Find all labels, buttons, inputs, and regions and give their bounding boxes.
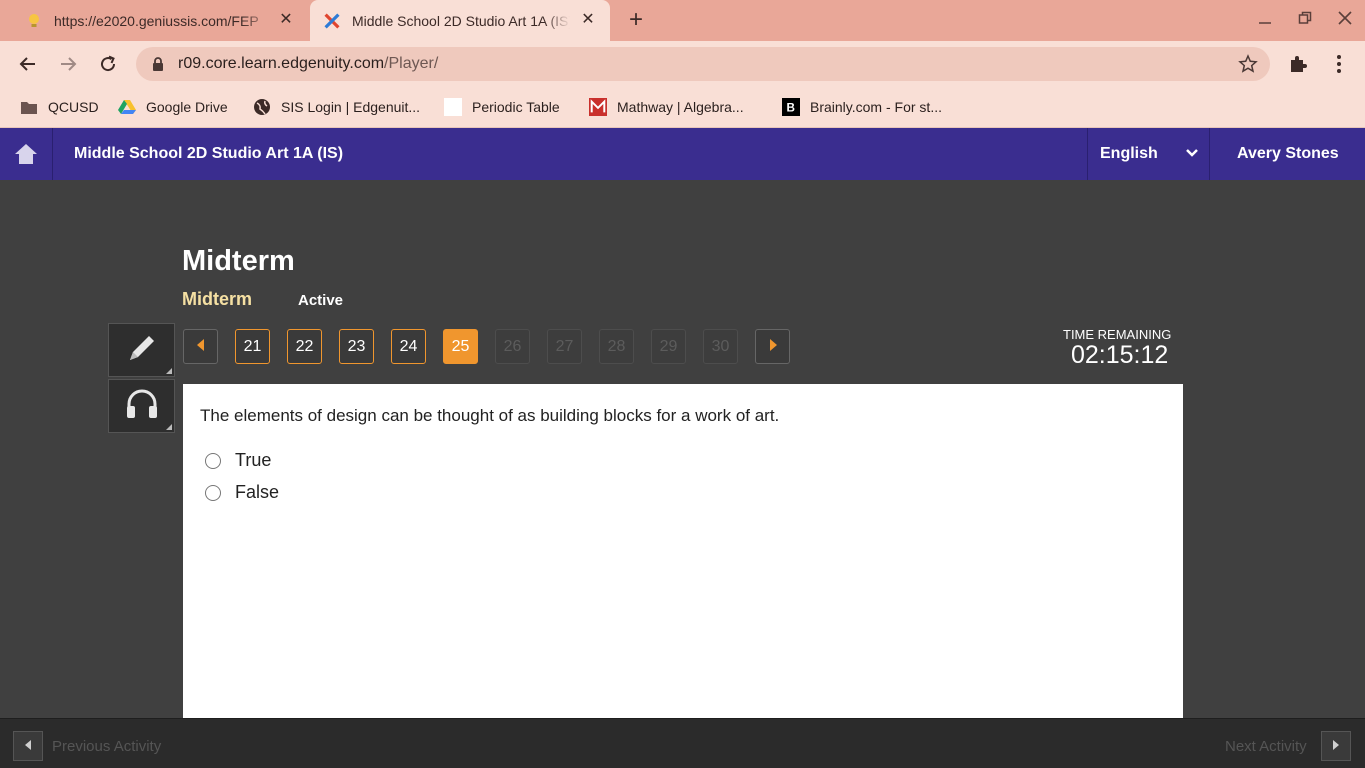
home-icon[interactable] [0, 128, 53, 180]
brainly-icon: B [782, 98, 800, 116]
url-path: /Player/ [384, 55, 439, 72]
bookmark-qcusd[interactable]: QCUSD [20, 96, 99, 118]
question-number-26: 26 [495, 329, 530, 364]
bookmark-star-icon[interactable] [1238, 54, 1258, 79]
audio-tool-button[interactable] [108, 379, 175, 433]
next-activity-button[interactable] [1321, 731, 1351, 761]
question-number-21[interactable]: 21 [235, 329, 270, 364]
caret-left-icon [24, 737, 32, 755]
answer-option-false[interactable]: False [205, 482, 279, 503]
minimize-icon[interactable] [1254, 10, 1276, 32]
course-header: Middle School 2D Studio Art 1A (IS) Engl… [0, 128, 1365, 180]
time-remaining-label: TIME REMAINING [1063, 327, 1172, 342]
answer-option-true[interactable]: True [205, 450, 271, 471]
user-menu[interactable]: Avery Stones [1237, 145, 1339, 163]
restore-icon[interactable] [1294, 10, 1316, 32]
extensions-puzzle-icon[interactable] [1287, 53, 1309, 75]
radio-button[interactable] [205, 484, 221, 501]
radio-button[interactable] [205, 452, 221, 469]
url-host: r09.core.learn.edgenuity.com [178, 55, 385, 72]
new-tab-plus-icon[interactable]: + [624, 8, 648, 32]
answer-label: False [235, 482, 280, 502]
caret-left-icon [196, 338, 206, 356]
bookmark-label: Google Drive [146, 99, 228, 115]
close-icon[interactable]: ✕ [278, 12, 294, 28]
question-number-22[interactable]: 22 [287, 329, 322, 364]
bookmark-brainly[interactable]: B Brainly.com - For st... [782, 96, 942, 118]
next-question-button[interactable] [755, 329, 790, 364]
bookmark-label: QCUSD [48, 99, 99, 115]
tool-expand-corner [166, 368, 172, 374]
browser-toolbar: r09.core.learn.edgenuity.com/Player/ [0, 41, 1365, 86]
address-bar[interactable]: r09.core.learn.edgenuity.com/Player/ [136, 47, 1270, 81]
pencil-tool-button[interactable] [108, 323, 175, 377]
mathway-icon [589, 98, 607, 116]
reload-icon[interactable] [95, 51, 121, 77]
question-text: The elements of design can be thought of… [200, 406, 780, 425]
tool-expand-corner [166, 424, 172, 430]
headphones-icon [124, 388, 160, 425]
folder-icon [20, 98, 38, 116]
browser-tabstrip: https://e2020.geniussis.com/FEP ✕ Middle… [0, 0, 1365, 41]
blank-page-icon [444, 98, 462, 116]
browser-tab-edgenuity[interactable]: Middle School 2D Studio Art 1A (IS) ✕ [310, 0, 610, 41]
time-remaining-value: 02:15:12 [1071, 341, 1169, 369]
activity-footer: Previous Activity Next Activity [0, 718, 1365, 768]
question-number-23[interactable]: 23 [339, 329, 374, 364]
lock-icon[interactable] [152, 57, 164, 76]
question-number-27: 27 [547, 329, 582, 364]
forward-arrow-icon[interactable] [55, 51, 81, 77]
bookmark-label: Brainly.com - For st... [810, 99, 942, 115]
svg-text:B: B [787, 102, 795, 115]
bookmark-sis-login[interactable]: SIS Login | Edgenuit... [253, 96, 420, 118]
bookmark-periodic-table[interactable]: Periodic Table [444, 96, 560, 118]
activity-subtitle: Midterm [182, 289, 253, 309]
next-activity-label[interactable]: Next Activity [1225, 738, 1307, 755]
bookmarks-bar: QCUSD Google Drive SIS Login | Edgenuit.… [0, 86, 1365, 128]
window-close-icon[interactable] [1334, 10, 1356, 32]
page-title: Midterm [182, 245, 295, 277]
caret-right-icon [768, 338, 778, 356]
bookmark-label: Periodic Table [472, 99, 560, 115]
answer-label: True [235, 450, 272, 470]
chevron-down-icon [1185, 146, 1199, 165]
bookmark-label: SIS Login | Edgenuit... [281, 99, 421, 115]
course-title: Middle School 2D Studio Art 1A (IS) [74, 145, 344, 162]
edgenuity-x-icon [324, 12, 340, 29]
language-select[interactable]: English [1087, 128, 1210, 180]
question-number-24[interactable]: 24 [391, 329, 426, 364]
previous-question-button[interactable] [183, 329, 218, 364]
question-number-28: 28 [599, 329, 634, 364]
lightbulb-icon [26, 13, 42, 29]
question-number-25[interactable]: 25 [443, 329, 478, 364]
question-number-30: 30 [703, 329, 738, 364]
caret-right-icon [1332, 737, 1340, 755]
previous-activity-label[interactable]: Previous Activity [52, 738, 161, 755]
bookmark-google-drive[interactable]: Google Drive [118, 96, 228, 118]
bookmark-mathway[interactable]: Mathway | Algebra... [589, 96, 744, 118]
status-badge: Active [298, 292, 344, 309]
bookmark-label: Mathway | Algebra... [617, 99, 744, 115]
language-label: English [1100, 145, 1158, 162]
question-panel: The elements of design can be thought of… [183, 384, 1183, 718]
tab-title: https://e2020.geniussis.com/FEP [54, 12, 259, 29]
pencil-icon [125, 331, 159, 370]
question-number-29: 29 [651, 329, 686, 364]
google-drive-icon [118, 98, 136, 116]
back-arrow-icon[interactable] [15, 51, 41, 77]
globe-icon [253, 98, 271, 116]
url-text: r09.core.learn.edgenuity.com/Player/ [178, 55, 438, 73]
previous-activity-button[interactable] [13, 731, 43, 761]
kebab-menu-icon[interactable] [1328, 53, 1350, 75]
close-icon[interactable]: ✕ [580, 12, 596, 28]
tab-title: Middle School 2D Studio Art 1A (IS) [352, 12, 570, 29]
browser-tab-geniussis[interactable]: https://e2020.geniussis.com/FEP ✕ [16, 0, 308, 41]
